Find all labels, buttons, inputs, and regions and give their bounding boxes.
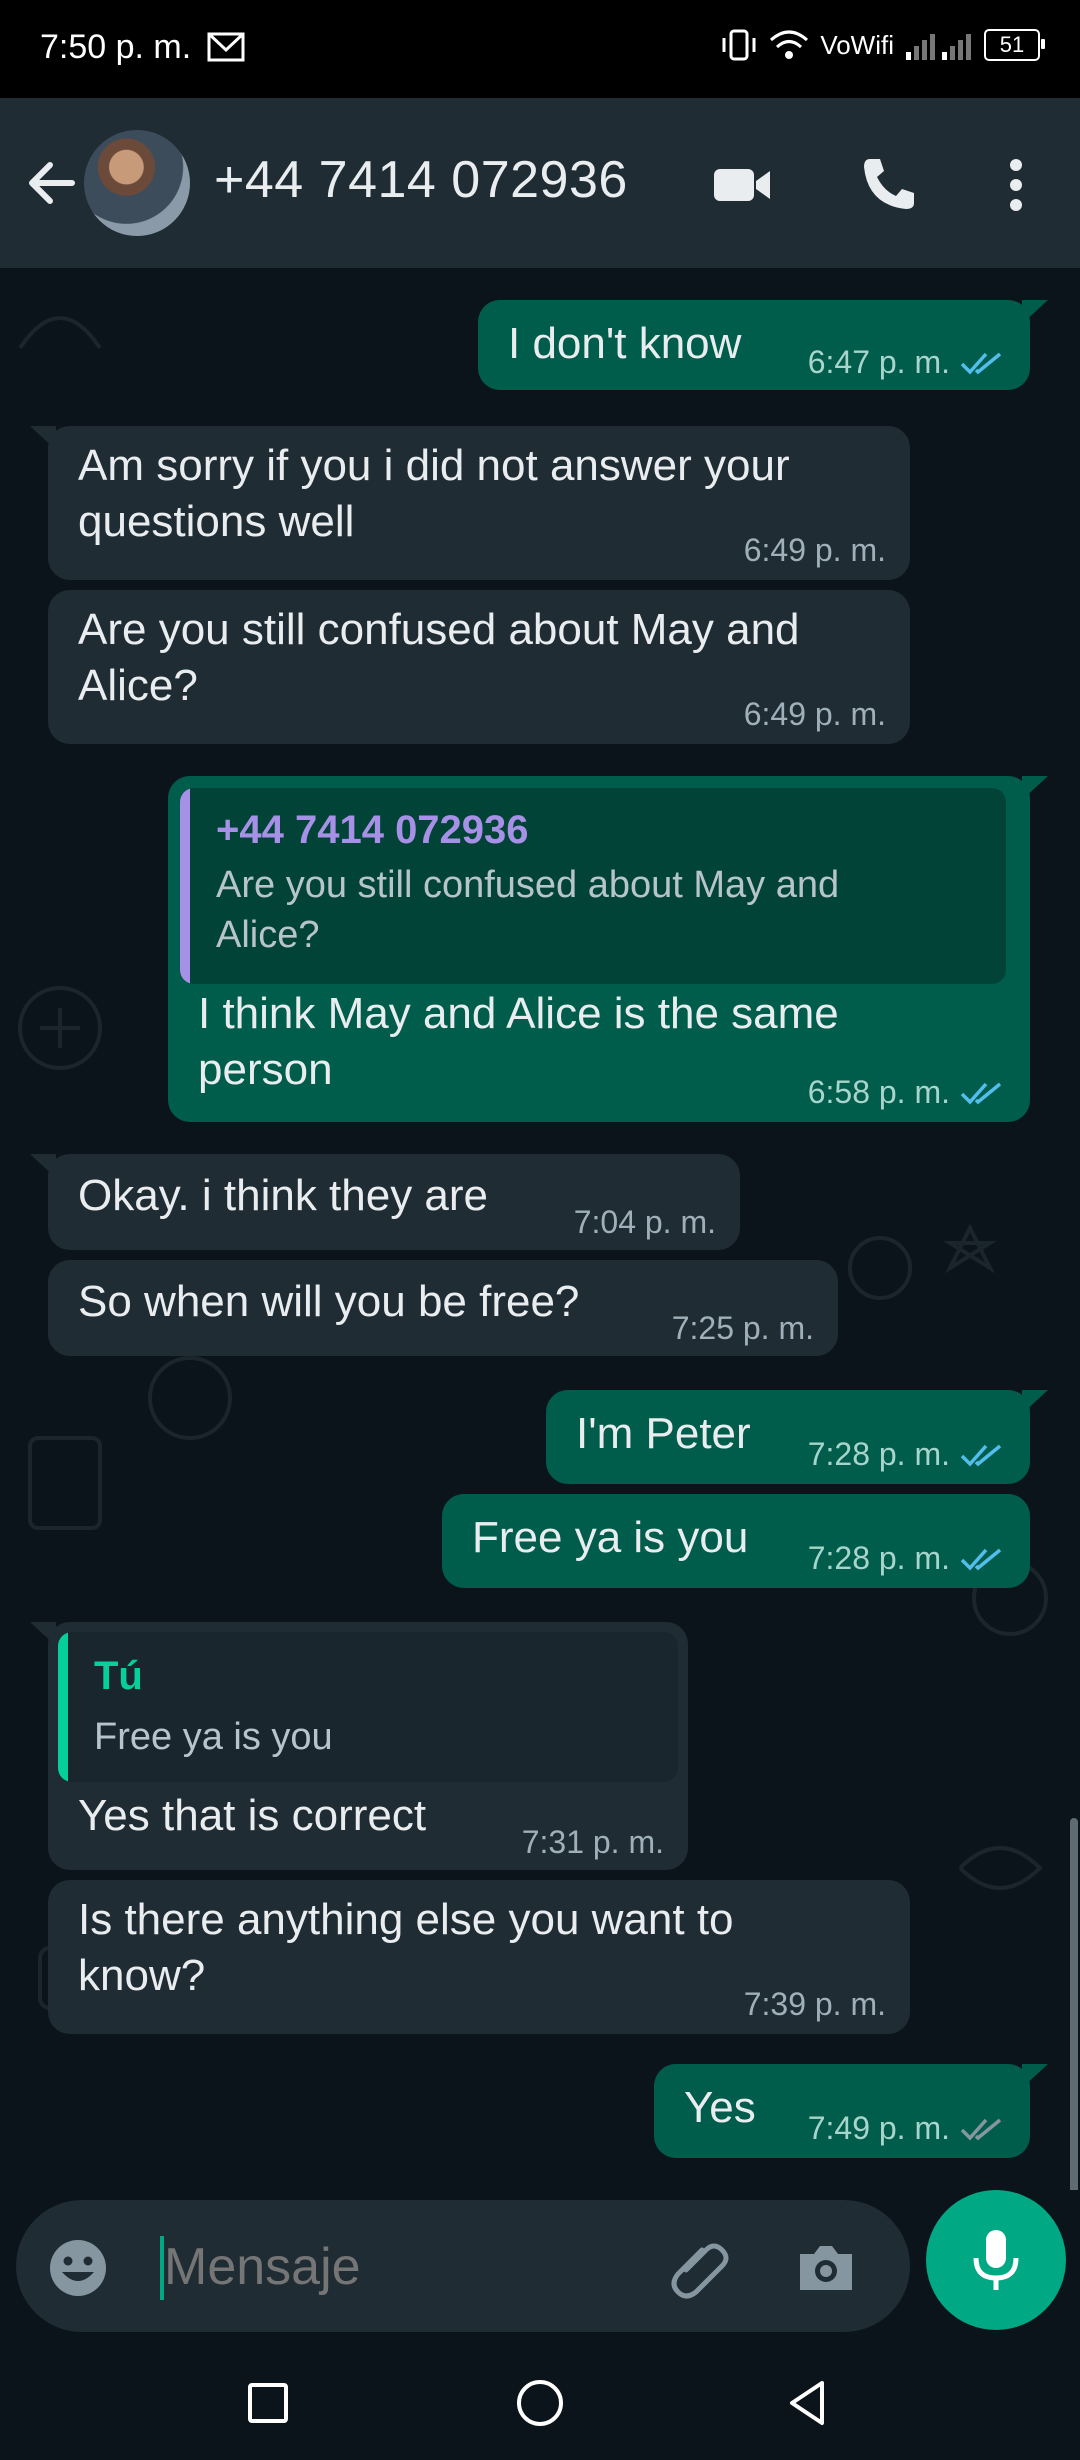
message-time: 7:25 p. m. <box>671 1310 814 1346</box>
battery-level: 51 <box>999 32 1025 57</box>
back-triangle-icon[interactable] <box>780 2375 836 2431</box>
message-time: 7:28 p. m. <box>807 1436 950 1472</box>
camera-icon[interactable] <box>792 2234 860 2302</box>
emoji-icon[interactable] <box>46 2236 110 2300</box>
message-text: Okay. i think they are <box>78 1171 489 1220</box>
wifi-icon <box>770 30 809 59</box>
status-time: 7:50 p. m. <box>40 28 192 66</box>
message-bubble-outgoing[interactable]: I'm Peter 7:28 p. m. <box>546 1390 1048 1484</box>
read-receipt-icon <box>960 1444 1002 1467</box>
read-receipt-icon <box>960 1082 1002 1105</box>
mail-icon <box>207 32 245 62</box>
recents-square-icon[interactable] <box>240 2375 296 2431</box>
more-options-icon[interactable] <box>984 153 1048 217</box>
message-bubble-incoming[interactable]: Am sorry if you i did not answer your qu… <box>30 426 910 580</box>
message-text: Yes that is correct <box>78 1791 427 1840</box>
battery-icon: 51 <box>984 29 1045 61</box>
message-text: I think May and Alice is the same person <box>198 989 839 1094</box>
chat-header: +44 7414 072936 <box>0 98 1080 268</box>
message-bubble-incoming[interactable]: So when will you be free? 7:25 p. m. <box>48 1260 838 1356</box>
contact-name[interactable]: +44 7414 072936 <box>214 150 628 210</box>
message-time: 7:39 p. m. <box>743 1986 886 2022</box>
quoted-message[interactable]: Tú Free ya is you <box>58 1632 678 1782</box>
message-bubble-outgoing[interactable]: Free ya is you 7:28 p. m. <box>442 1494 1030 1588</box>
message-bubble-incoming[interactable]: Is there anything else you want to know?… <box>48 1880 910 2034</box>
message-time: 7:28 p. m. <box>807 1540 950 1576</box>
message-text: I'm Peter <box>576 1409 751 1458</box>
message-text: So when will you be free? <box>78 1277 580 1326</box>
voice-message-button[interactable] <box>926 2190 1066 2330</box>
quoted-author: +44 7414 072936 <box>216 808 529 852</box>
message-text: Are you still confused about May and Ali… <box>78 605 800 710</box>
quoted-author: Tú <box>94 1654 143 1698</box>
quoted-text: Free ya is you <box>94 1716 333 1758</box>
read-receipt-icon <box>960 352 1002 375</box>
message-time: 7:04 p. m. <box>573 1204 716 1240</box>
scrollbar[interactable] <box>1070 1818 1078 2190</box>
message-text: Free ya is you <box>472 1513 749 1562</box>
vibrate-icon <box>722 29 756 61</box>
status-bar: 7:50 p. m. VoWifi 51 <box>0 0 1080 98</box>
message-input-container[interactable] <box>16 2200 910 2332</box>
read-receipt-icon <box>960 1548 1002 1571</box>
message-text: I don't know <box>508 319 742 368</box>
message-bubble-outgoing[interactable]: Yes 7:49 p. m. <box>654 2064 1048 2158</box>
microphone-icon <box>973 2230 1019 2290</box>
message-bubble-incoming[interactable]: Okay. i think they are 7:04 p. m. <box>30 1154 740 1250</box>
back-arrow-icon[interactable] <box>22 153 82 213</box>
message-text: Yes <box>684 2083 756 2132</box>
message-bubble-incoming[interactable]: Tú Free ya is you Yes that is correct 7:… <box>30 1622 688 1870</box>
quoted-text: Are you still confused about May and Ali… <box>216 864 840 956</box>
message-bubble-outgoing[interactable]: I don't know 6:47 p. m. <box>478 300 1048 390</box>
message-time: 7:49 p. m. <box>807 2110 950 2146</box>
message-text: Is there anything else you want to know? <box>78 1895 734 2000</box>
message-time: 6:58 p. m. <box>807 1074 950 1110</box>
message-time: 7:31 p. m. <box>521 1824 664 1860</box>
chat-area[interactable]: I don't know 6:47 p. m. Am sorry if you … <box>0 268 1080 2190</box>
video-call-icon[interactable] <box>710 153 774 217</box>
signal-icon <box>906 34 971 60</box>
quoted-message[interactable]: +44 7414 072936 Are you still confused a… <box>180 788 1006 984</box>
delivered-receipt-icon <box>960 2118 1002 2141</box>
home-circle-icon[interactable] <box>512 2375 568 2431</box>
vowifi-label: VoWifi <box>820 29 894 60</box>
message-bubble-incoming[interactable]: Are you still confused about May and Ali… <box>48 590 910 744</box>
voice-call-icon[interactable] <box>856 153 920 217</box>
message-composer <box>0 2190 1080 2340</box>
system-nav-bar <box>0 2345 1080 2460</box>
message-bubble-outgoing[interactable]: +44 7414 072936 Are you still confused a… <box>168 776 1048 1122</box>
attach-icon[interactable] <box>666 2234 734 2302</box>
message-time: 6:47 p. m. <box>807 344 950 380</box>
status-icons: VoWifi 51 <box>720 28 1045 62</box>
avatar[interactable] <box>84 130 190 236</box>
message-input[interactable] <box>162 2230 666 2304</box>
message-time: 6:49 p. m. <box>743 696 886 732</box>
message-text: Am sorry if you i did not answer your qu… <box>78 441 790 546</box>
message-time: 6:49 p. m. <box>743 532 886 568</box>
